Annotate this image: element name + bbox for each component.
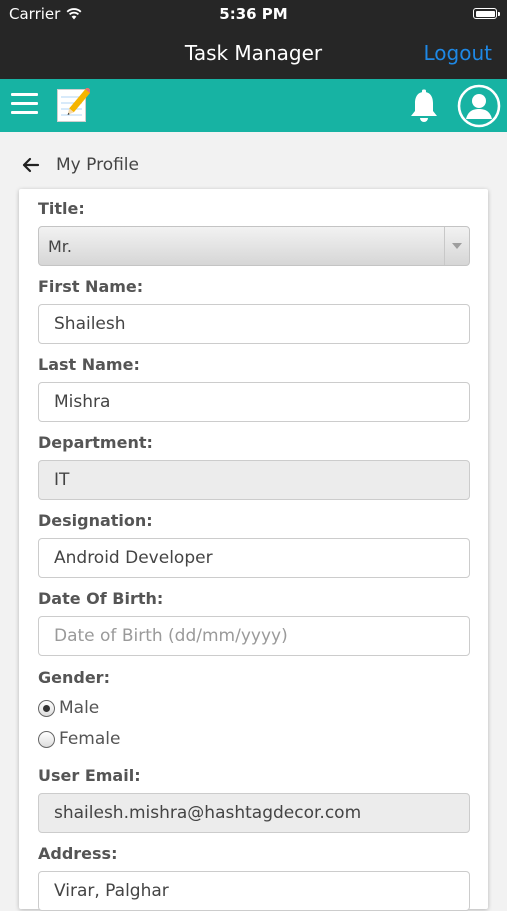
designation-field[interactable]: Android Developer: [38, 538, 470, 578]
address-label: Address:: [38, 844, 118, 863]
gender-option-female[interactable]: Female: [38, 727, 120, 751]
status-time: 5:36 PM: [219, 5, 288, 23]
menu-icon[interactable]: [11, 93, 38, 115]
first-name-label: First Name:: [38, 277, 144, 296]
last-name-label: Last Name:: [38, 355, 140, 374]
last-name-field[interactable]: Mishra: [38, 382, 470, 422]
radio-male[interactable]: [38, 699, 55, 717]
title-select-value: Mr.: [48, 237, 72, 256]
back-arrow-icon[interactable]: [21, 155, 41, 175]
bell-icon[interactable]: [408, 89, 440, 123]
dob-field[interactable]: Date of Birth (dd/mm/yyyy): [38, 616, 470, 656]
title-select[interactable]: Mr.: [38, 226, 470, 266]
email-label: User Email:: [38, 766, 141, 785]
battery-icon: [473, 8, 500, 19]
department-field: IT: [38, 460, 470, 500]
email-field: shailesh.mishra@hashtagdecor.com: [38, 793, 470, 833]
radio-male-label: Male: [59, 698, 100, 718]
radio-female[interactable]: [38, 730, 55, 748]
toolbar: [0, 79, 507, 132]
profile-avatar-icon[interactable]: [457, 84, 501, 128]
chevron-down-icon[interactable]: [444, 227, 469, 265]
page-title: My Profile: [56, 155, 139, 175]
page-header: My Profile: [0, 150, 507, 182]
status-bar: Carrier 5:36 PM: [0, 0, 507, 28]
title-label: Title:: [38, 199, 85, 218]
designation-label: Designation:: [38, 511, 153, 530]
notepad-icon[interactable]: [56, 88, 90, 123]
nav-bar: Task Manager Logout: [0, 28, 507, 79]
department-label: Department:: [38, 433, 153, 452]
logout-button[interactable]: Logout: [424, 41, 492, 65]
dob-label: Date Of Birth:: [38, 589, 164, 608]
radio-female-label: Female: [59, 729, 121, 749]
profile-form: Title: Mr. First Name: Shailesh Last Nam…: [19, 189, 488, 911]
address-field[interactable]: Virar, Palghar: [38, 871, 470, 911]
gender-label: Gender:: [38, 668, 110, 687]
gender-option-male[interactable]: Male: [38, 696, 99, 720]
first-name-field[interactable]: Shailesh: [38, 304, 470, 344]
